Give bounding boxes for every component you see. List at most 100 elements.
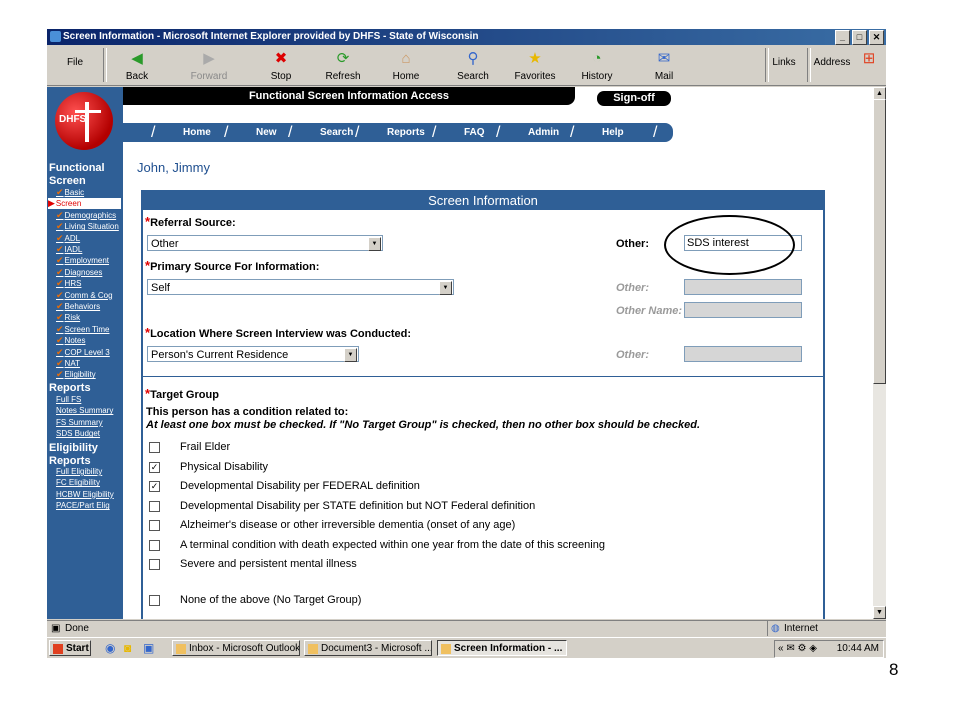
check-icon: ✔ (56, 255, 64, 266)
sidebar-item-cop-level-3[interactable]: ✔COP Level 3 (56, 347, 110, 358)
sidebar-item-sds-budget[interactable]: SDS Budget (56, 429, 100, 438)
home-icon: ⌂ (401, 50, 411, 67)
search-button[interactable]: ⚲ Search (445, 47, 501, 82)
start-button[interactable]: Start (49, 640, 91, 656)
sidebar-item-notes-summary[interactable]: Notes Summary (56, 406, 113, 415)
sidebar-item-screen-time[interactable]: ✔Screen Time (56, 324, 109, 335)
ie-icon (50, 31, 61, 42)
refresh-icon: ⟳ (336, 50, 350, 67)
sidebar-item-adl[interactable]: ✔ADL (56, 233, 80, 244)
primary-source-label: *Primary Source For Information: (145, 258, 320, 273)
sidebar-item-full-eligibility[interactable]: Full Eligibility (56, 467, 102, 476)
check-icon: ✔ (56, 232, 64, 243)
target-label: Alzheimer's disease or other irreversibl… (180, 519, 516, 531)
home-button[interactable]: ⌂ Home (378, 47, 434, 82)
other3-input[interactable] (684, 346, 802, 362)
sidebar-item-living-situation[interactable]: ✔Living Situation (56, 221, 119, 232)
zone-indicator: ◍ Internet (767, 621, 884, 636)
check-icon: ✔ (56, 312, 64, 323)
other2-label: Other: (616, 282, 649, 294)
status-bar: ▣ Done ◍ Internet (47, 620, 886, 636)
other2-input[interactable] (684, 279, 802, 295)
minimize-button[interactable]: _ (835, 30, 850, 45)
patient-name: John, Jimmy (137, 160, 210, 175)
panel-title: Screen Information (143, 192, 823, 210)
target-checkbox[interactable] (149, 442, 160, 453)
sidebar-item-eligibility[interactable]: ✔Eligibility (56, 369, 96, 380)
sidebar-item-pace-part-elig[interactable]: PACE/Part Elig (56, 501, 110, 510)
maximize-button[interactable]: □ (852, 30, 867, 45)
primary-source-select[interactable]: Self ▼ (147, 279, 454, 295)
nav-search[interactable]: Search (320, 123, 353, 142)
sidebar-item-risk[interactable]: ✔Risk (56, 312, 80, 323)
stop-icon: ✖ (274, 50, 288, 67)
nav-admin[interactable]: Admin (528, 123, 559, 142)
sidebar-item-iadl[interactable]: ✔IADL (56, 244, 82, 255)
target-checkbox[interactable] (149, 559, 160, 570)
nav-home[interactable]: Home (183, 123, 211, 142)
close-button[interactable]: ✕ (869, 30, 884, 45)
target-checkbox[interactable] (149, 501, 160, 512)
stop-button[interactable]: ✖ Stop (253, 47, 309, 82)
vertical-scrollbar[interactable]: ▲ ▼ (873, 87, 886, 619)
links-bar[interactable]: Links (767, 57, 801, 68)
back-button[interactable]: ◀ Back (109, 47, 165, 82)
target-checkbox[interactable]: ✓ (149, 462, 160, 473)
history-button[interactable]: ◔ History (569, 47, 625, 82)
sidebar-item-notes[interactable]: ✔Notes (56, 335, 85, 346)
sidebar-item-diagnoses[interactable]: ✔Diagnoses (56, 267, 102, 278)
referral-source-select[interactable]: Other ▼ (147, 235, 383, 251)
address-bar[interactable]: Address (811, 57, 853, 68)
search-icon: ⚲ (467, 50, 479, 67)
sidebar-item-nat[interactable]: ✔NAT (56, 358, 80, 369)
history-icon: ◔ (592, 50, 602, 67)
target-checkbox[interactable]: ✓ (149, 481, 160, 492)
sidebar-item-fs-summary[interactable]: FS Summary (56, 418, 103, 427)
check-icon: ✔ (56, 301, 64, 311)
file-menu[interactable]: File (47, 57, 103, 68)
location-label: *Location Where Screen Interview was Con… (145, 325, 412, 340)
mail-button[interactable]: ✉ Mail (636, 47, 692, 82)
signoff-button[interactable]: Sign-off (597, 91, 671, 106)
taskbar-item[interactable]: Inbox - Microsoft Outlook (172, 640, 300, 656)
sidebar-item-hcbw-eligibility[interactable]: HCBW Eligibility (56, 490, 114, 499)
scroll-thumb[interactable] (873, 99, 886, 384)
sidebar-item-fc-eligibility[interactable]: FC Eligibility (56, 478, 100, 487)
site-header: Functional Screen Information Access (123, 87, 575, 105)
sidebar-item-hrs[interactable]: ✔HRS (56, 278, 81, 289)
other-name-input[interactable] (684, 302, 802, 318)
target-checkbox[interactable] (149, 520, 160, 531)
dropdown-arrow-icon: ▼ (344, 348, 357, 362)
app-icon (308, 644, 318, 654)
sidebar-item-full-fs[interactable]: Full FS (56, 395, 81, 404)
refresh-button[interactable]: ⟳ Refresh (315, 47, 371, 82)
sidebar-item-behaviors[interactable]: ✔Behaviors (56, 301, 100, 312)
nav-help[interactable]: Help (602, 123, 624, 142)
location-select[interactable]: Person's Current Residence ▼ (147, 346, 359, 362)
target-desc: This person has a condition related to: (146, 406, 349, 418)
outlook-quicklaunch-icon[interactable]: ◙ (124, 641, 131, 655)
target-label: A terminal condition with death expected… (180, 539, 605, 551)
sidebar-item-demographics[interactable]: ✔Demographics (56, 210, 116, 221)
scroll-down-icon: ▼ (873, 606, 886, 619)
nav-new[interactable]: New (256, 123, 277, 142)
favorites-button[interactable]: ★ Favorites (507, 47, 563, 82)
check-icon: ✔ (56, 187, 64, 197)
taskbar-item[interactable]: Document3 - Microsoft ... (304, 640, 432, 656)
ie-quicklaunch-icon[interactable]: ◉ (105, 641, 115, 655)
other-label: Other: (616, 238, 649, 250)
desktop-quicklaunch-icon[interactable]: ▣ (143, 641, 154, 655)
forward-button[interactable]: ▶ Forward (181, 47, 237, 82)
check-icon: ✔ (56, 358, 64, 368)
sidebar-item-employment[interactable]: ✔Employment (56, 255, 109, 266)
globe-icon: ◍ (771, 623, 780, 634)
target-checkbox[interactable] (149, 595, 160, 606)
taskbar-item[interactable]: Screen Information - ... (437, 640, 567, 656)
nav-reports[interactable]: Reports (387, 123, 425, 142)
sidebar-item-basic[interactable]: ✔Basic (56, 187, 84, 198)
sidebar-item-comm-cog[interactable]: ✔Comm & Cog (56, 290, 113, 301)
dropdown-arrow-icon: ▼ (368, 237, 381, 251)
target-checkbox[interactable] (149, 540, 160, 551)
sidebar-item-screen[interactable]: ▶Screen (48, 198, 121, 210)
nav-faq[interactable]: FAQ (464, 123, 485, 142)
